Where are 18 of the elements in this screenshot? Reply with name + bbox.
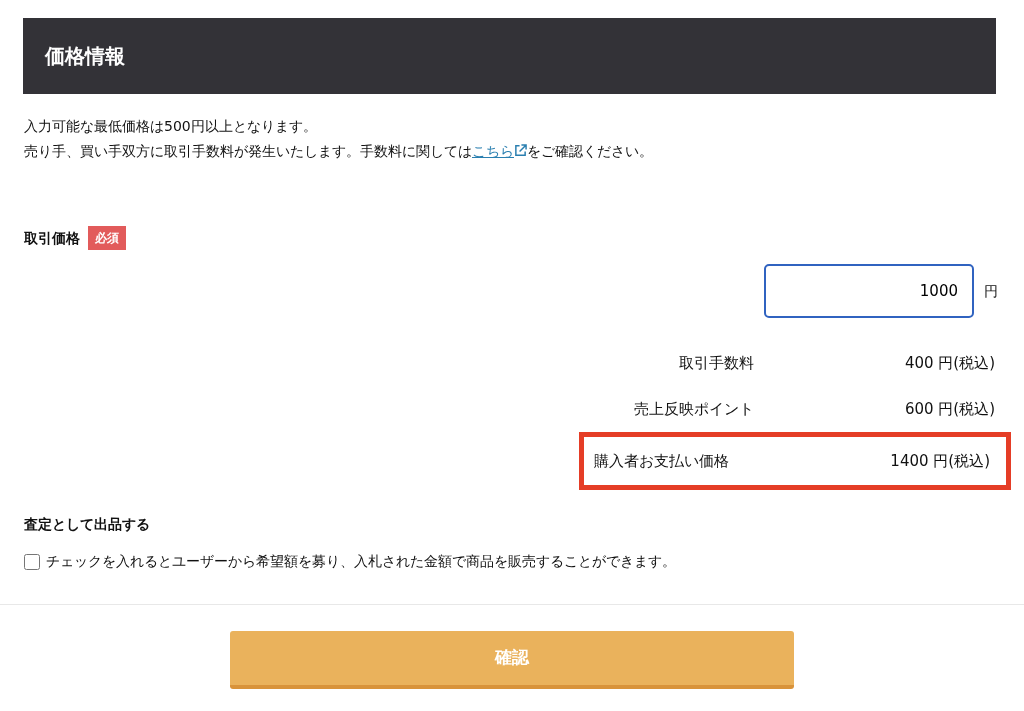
fee-value: 600 円(税込) xyxy=(904,398,995,420)
fee-label: 売上反映ポイント xyxy=(633,398,754,420)
fee-value: 400 円(税込) xyxy=(904,352,995,374)
external-link-icon xyxy=(514,144,527,157)
notice-text: 入力可能な最低価格は500円以上となります。 xyxy=(24,117,318,136)
fee-value: 1400 円(税込) xyxy=(890,450,990,472)
section-header: 価格情報 xyxy=(23,18,996,94)
fee-label: 取引手数料 xyxy=(678,352,754,374)
help-link[interactable]: こちら xyxy=(472,143,527,159)
unit-text: 円 xyxy=(984,281,998,301)
fee-label: 購入者お支払い価格 xyxy=(594,450,730,472)
notice-text: 売り手、買い手双方に取引手数料が発生いたします。手数料に関しては こちら をご確認ください。 xyxy=(24,142,654,161)
checkbox-label: チェックを入れるとユーザーから希望額を募り、入札された金額で商品を販売することができます。 xyxy=(46,552,676,571)
required-badge: 必須 xyxy=(88,226,126,250)
checkbox[interactable] xyxy=(24,553,40,570)
section-title: 査定として出品する xyxy=(24,515,151,534)
price-input[interactable]: 1000 xyxy=(764,264,974,318)
field-label: 取引価格 xyxy=(24,228,80,248)
